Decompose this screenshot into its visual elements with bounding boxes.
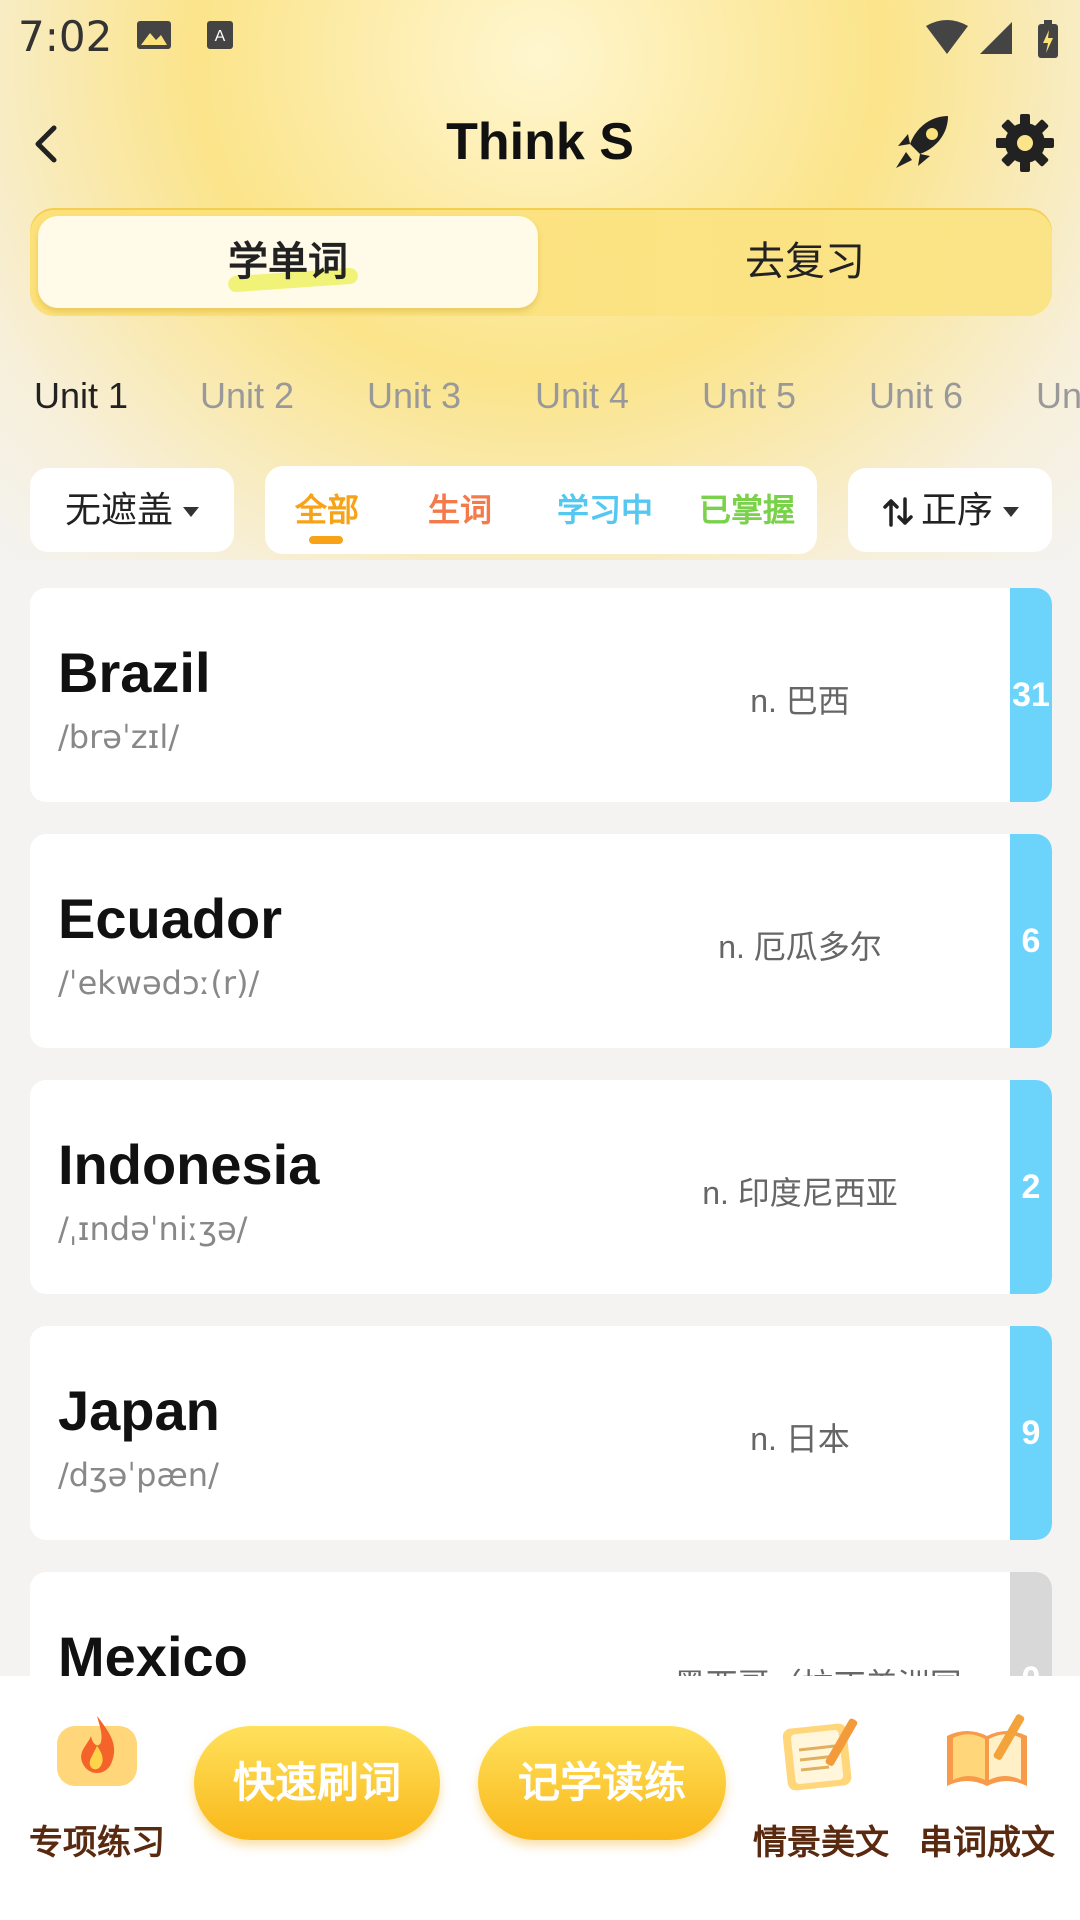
word-list: Brazil /brəˈzɪl/ n. 巴西 31 Ecuador /ˈekwə… xyxy=(30,588,1052,1678)
sort-order-label: 正序 xyxy=(920,489,993,530)
word-meaning: n. 巴西 xyxy=(750,683,850,719)
unit-tab[interactable]: Unit 4 xyxy=(535,375,629,417)
active-filter-indicator xyxy=(309,536,343,544)
word-meaning: n. 厄瓜多尔 xyxy=(718,929,882,965)
filter-mastered-label: 已掌握 xyxy=(698,492,795,528)
word-phonetic: /brəˈzɪl/ xyxy=(58,718,180,756)
book-pen-icon xyxy=(947,1714,1027,1786)
filter-new-words-label: 生词 xyxy=(427,492,492,528)
word-card[interactable]: Mexico n. 墨西哥（拉丁美洲国家） 0 xyxy=(30,1572,1052,1678)
memorize-read-button[interactable]: 记学读练 xyxy=(478,1726,726,1840)
review-count-badge: 31 xyxy=(1010,588,1052,802)
dropdown-caret-icon xyxy=(183,507,199,518)
review-count-badge: 0 xyxy=(1010,1572,1052,1678)
unit-tab[interactable]: Unit 1 xyxy=(34,375,128,417)
tab-learn-words-label: 学单词 xyxy=(228,240,348,284)
svg-text:A: A xyxy=(215,28,226,45)
wifi-icon xyxy=(926,20,968,54)
mode-switch: 学单词 去复习 xyxy=(30,208,1052,316)
word-card[interactable]: Japan /dʒəˈpæn/ n. 日本 9 xyxy=(30,1326,1052,1540)
settings-gear-icon[interactable] xyxy=(990,108,1060,178)
filter-new-words[interactable]: 生词 xyxy=(395,466,525,554)
quick-review-button[interactable]: 快速刷词 xyxy=(194,1726,440,1840)
word-phonetic: /dʒəˈpæn/ xyxy=(58,1456,219,1494)
special-practice-button[interactable]: 专项练习 xyxy=(22,1706,172,1864)
dropdown-caret-icon xyxy=(1003,507,1019,518)
unit-tab[interactable]: Unit 6 xyxy=(869,375,963,417)
filter-all-label: 全部 xyxy=(294,492,359,528)
word-phonetic: /ˌɪndəˈniːʒə/ xyxy=(58,1210,248,1248)
filter-mastered[interactable]: 已掌握 xyxy=(677,466,817,554)
flame-icon xyxy=(57,1716,137,1786)
unit-tabs: Unit 1 Unit 2 Unit 3 Unit 4 Unit 5 Unit … xyxy=(0,375,1080,435)
filter-learning[interactable]: 学习中 xyxy=(535,466,675,554)
scene-essay-button[interactable]: 情景美文 xyxy=(748,1706,894,1864)
notebook-pen-icon xyxy=(782,1718,858,1791)
filter-all[interactable]: 全部 xyxy=(265,466,389,554)
word-story-button[interactable]: 串词成文 xyxy=(912,1706,1062,1864)
top-app-bar: Think S xyxy=(0,100,1080,190)
battery-icon xyxy=(1038,20,1058,58)
sort-icon xyxy=(883,497,913,528)
word-text: Indonesia xyxy=(58,1133,320,1196)
word-meaning: n. 印度尼西亚 xyxy=(702,1175,898,1211)
word-card[interactable]: Ecuador /ˈekwədɔː(r)/ n. 厄瓜多尔 6 xyxy=(30,834,1052,1048)
word-meaning: n. 日本 xyxy=(750,1421,850,1457)
status-time: 7:02 xyxy=(18,12,113,61)
status-bar: 7:02 A xyxy=(0,0,1080,76)
word-text: Ecuador xyxy=(58,887,283,950)
cover-mode-label: 无遮盖 xyxy=(64,489,173,530)
word-text: Brazil xyxy=(58,641,211,704)
unit-tab[interactable]: Unit 3 xyxy=(367,375,461,417)
word-text: Mexico xyxy=(58,1625,248,1678)
word-card[interactable]: Indonesia /ˌɪndəˈniːʒə/ n. 印度尼西亚 2 xyxy=(30,1080,1052,1294)
word-story-label: 串词成文 xyxy=(919,1824,1055,1862)
unit-tab[interactable]: Unit 2 xyxy=(200,375,294,417)
special-practice-label: 专项练习 xyxy=(29,1824,165,1862)
word-card[interactable]: Brazil /brəˈzɪl/ n. 巴西 31 xyxy=(30,588,1052,802)
word-text: Japan xyxy=(58,1379,220,1442)
review-count-badge: 2 xyxy=(1010,1080,1052,1294)
sort-order-dropdown[interactable]: 正序 xyxy=(848,468,1052,552)
status-filter: 全部 生词 学习中 已掌握 xyxy=(265,466,817,554)
review-count-badge: 9 xyxy=(1010,1326,1052,1540)
review-count-badge: 6 xyxy=(1010,834,1052,1048)
tab-learn-words[interactable]: 学单词 xyxy=(38,216,538,308)
scene-essay-label: 情景美文 xyxy=(753,1824,889,1862)
tab-review[interactable]: 去复习 xyxy=(570,216,1040,308)
image-icon xyxy=(137,21,171,49)
cover-mode-dropdown[interactable]: 无遮盖 xyxy=(30,468,234,552)
signal-icon xyxy=(980,22,1012,54)
rocket-icon[interactable] xyxy=(890,108,960,178)
word-phonetic: /ˈekwədɔː(r)/ xyxy=(58,964,260,1002)
app-notification-icon: A xyxy=(207,21,233,49)
filter-learning-label: 学习中 xyxy=(556,492,653,528)
unit-tab[interactable]: Unit 5 xyxy=(702,375,796,417)
unit-tab[interactable]: Un xyxy=(1036,375,1080,417)
